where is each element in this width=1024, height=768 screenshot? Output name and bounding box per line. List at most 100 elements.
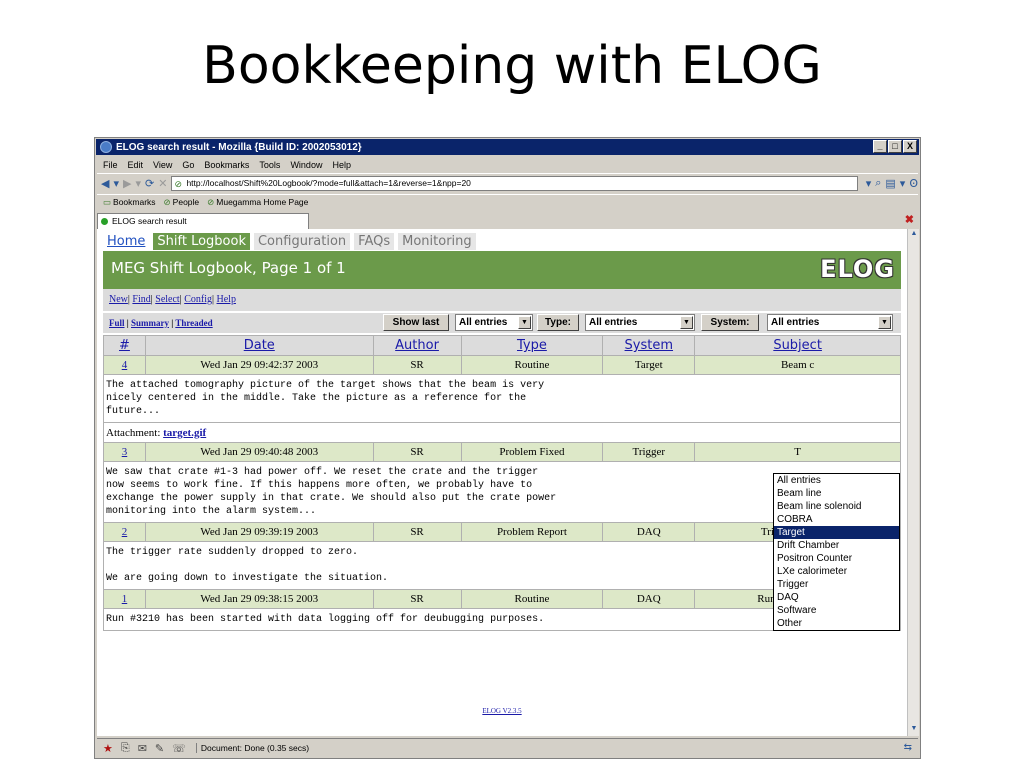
- close-tab-icon[interactable]: ✖: [905, 213, 914, 226]
- bookmarks-button[interactable]: ▭ Bookmarks: [103, 197, 156, 208]
- column-header-type[interactable]: Type: [460, 335, 604, 356]
- table-row[interactable]: 3 Wed Jan 29 09:40:48 2003 SR Problem Fi…: [103, 442, 901, 462]
- entry-id-link[interactable]: 2: [103, 522, 146, 542]
- menu-go[interactable]: Go: [182, 160, 194, 170]
- composer-icon[interactable]: ✎: [155, 742, 164, 755]
- attachment-link[interactable]: target.gif: [163, 427, 206, 439]
- dropdown-option[interactable]: Positron Counter: [774, 552, 899, 565]
- navigator-icon[interactable]: ⎘: [121, 742, 130, 755]
- entry-type: Problem Report: [460, 522, 604, 542]
- elog-logo: ELOG: [820, 255, 895, 283]
- column-header-subject[interactable]: Subject: [694, 335, 901, 356]
- mail-icon[interactable]: ✉: [138, 742, 147, 755]
- dropdown-option[interactable]: Other: [774, 617, 899, 630]
- dropdown-option[interactable]: All entries: [774, 474, 899, 487]
- back-dropdown-icon[interactable]: ▾: [113, 177, 119, 190]
- bookmark-muegamma[interactable]: ⊘ Muegamma Home Page: [207, 197, 308, 208]
- column-header-author[interactable]: Author: [372, 335, 462, 356]
- minimize-button[interactable]: _: [873, 140, 887, 153]
- filter-bar: Full | Summary | Threaded Show last All …: [103, 313, 901, 333]
- dropdown-option[interactable]: COBRA: [774, 513, 899, 526]
- display-mode-links: Full | Summary | Threaded: [109, 318, 213, 328]
- entry-date: Wed Jan 29 09:40:48 2003: [144, 442, 374, 462]
- scroll-down-icon[interactable]: ▼: [909, 725, 919, 735]
- find-link[interactable]: Find: [132, 294, 150, 305]
- type-button[interactable]: Type:: [537, 314, 579, 331]
- dropdown-option[interactable]: LXe calorimeter: [774, 565, 899, 578]
- reload-icon[interactable]: ⟳: [145, 177, 154, 190]
- forward-dropdown-icon[interactable]: ▾: [135, 177, 141, 190]
- menu-view[interactable]: View: [153, 160, 172, 170]
- type-select[interactable]: All entries ▼: [585, 314, 695, 331]
- show-last-button[interactable]: Show last: [383, 314, 449, 331]
- dropdown-option[interactable]: Beam line: [774, 487, 899, 500]
- entry-subject: Beam c: [694, 355, 901, 375]
- menu-file[interactable]: File: [103, 160, 118, 170]
- dropdown-option[interactable]: Trigger: [774, 578, 899, 591]
- url-dropdown-icon[interactable]: ▾: [866, 177, 872, 190]
- dropdown-option[interactable]: Target: [774, 526, 899, 539]
- menu-window[interactable]: Window: [290, 160, 322, 170]
- vertical-scrollbar[interactable]: ▲ ▼: [907, 229, 919, 736]
- menu-help[interactable]: Help: [332, 160, 351, 170]
- star-icon[interactable]: ★: [103, 742, 113, 755]
- bookmark-people[interactable]: ⊘ People: [164, 197, 200, 208]
- column-header-number[interactable]: #: [103, 335, 146, 356]
- mode-threaded-link[interactable]: Threaded: [175, 318, 212, 328]
- entry-type: Problem Fixed: [460, 442, 604, 462]
- online-status-icon[interactable]: ⇆: [904, 742, 912, 753]
- search-icon[interactable]: ⌕: [875, 177, 881, 190]
- mozilla-throbber-icon[interactable]: Ꙩ: [909, 177, 918, 190]
- attachment-cell: Attachment: target.gif: [103, 422, 901, 443]
- chevron-down-icon: ▼: [878, 316, 891, 329]
- mode-summary-link[interactable]: Summary: [131, 318, 169, 328]
- menu-tools[interactable]: Tools: [259, 160, 280, 170]
- tab-home[interactable]: Home: [103, 233, 150, 250]
- url-field[interactable]: ⊘ http://localhost/Shift%20Logbook/?mode…: [171, 175, 858, 191]
- forward-icon[interactable]: ▶: [123, 177, 131, 190]
- dropdown-option[interactable]: Drift Chamber: [774, 539, 899, 552]
- entry-id-link[interactable]: 4: [103, 355, 146, 375]
- entry-type: Routine: [460, 355, 604, 375]
- system-select[interactable]: All entries ▼: [767, 314, 893, 331]
- entry-id-link[interactable]: 3: [103, 442, 146, 462]
- chat-icon[interactable]: ☏: [172, 742, 186, 755]
- stop-icon[interactable]: ✕: [158, 177, 167, 190]
- select-link[interactable]: Select: [155, 294, 179, 305]
- system-button[interactable]: System:: [701, 314, 759, 331]
- page-icon: ⊘: [174, 178, 182, 189]
- show-last-select[interactable]: All entries ▼: [455, 314, 533, 331]
- maximize-button[interactable]: □: [888, 140, 902, 153]
- page-content: Home Shift Logbook Configuration FAQs Mo…: [97, 229, 907, 736]
- window-titlebar[interactable]: ELOG search result - Mozilla {Build ID: …: [96, 139, 919, 155]
- bookmark-muegamma-label: Muegamma Home Page: [216, 196, 309, 207]
- tab-configuration[interactable]: Configuration: [253, 233, 351, 250]
- back-icon[interactable]: ◀: [101, 177, 109, 190]
- config-link[interactable]: Config: [184, 294, 212, 305]
- entry-author: SR: [372, 589, 462, 609]
- help-link[interactable]: Help: [217, 294, 236, 305]
- entry-author: SR: [372, 522, 462, 542]
- new-link[interactable]: New: [109, 294, 128, 305]
- elog-version-link[interactable]: ELOG V2.3.5: [97, 707, 907, 715]
- tab-monitoring[interactable]: Monitoring: [398, 233, 476, 250]
- column-header-date[interactable]: Date: [144, 335, 374, 356]
- scroll-up-icon[interactable]: ▲: [909, 230, 919, 240]
- tab-faqs[interactable]: FAQs: [354, 233, 395, 250]
- table-row[interactable]: 4 Wed Jan 29 09:42:37 2003 SR Routine Ta…: [103, 355, 901, 375]
- menu-bookmarks[interactable]: Bookmarks: [204, 160, 249, 170]
- print-dropdown-icon[interactable]: ▾: [900, 177, 906, 190]
- close-button[interactable]: X: [903, 140, 917, 153]
- entry-author: SR: [372, 442, 462, 462]
- chevron-down-icon: ▼: [680, 316, 693, 329]
- print-icon[interactable]: ▤: [885, 177, 895, 190]
- browser-tab[interactable]: ELOG search result: [97, 213, 309, 229]
- dropdown-option[interactable]: Software: [774, 604, 899, 617]
- column-header-system[interactable]: System: [602, 335, 696, 356]
- menu-edit[interactable]: Edit: [128, 160, 144, 170]
- mode-full-link[interactable]: Full: [109, 318, 125, 328]
- dropdown-option[interactable]: Beam line solenoid: [774, 500, 899, 513]
- tab-shift-logbook[interactable]: Shift Logbook: [153, 233, 250, 250]
- entry-id-link[interactable]: 1: [103, 589, 146, 609]
- dropdown-option[interactable]: DAQ: [774, 591, 899, 604]
